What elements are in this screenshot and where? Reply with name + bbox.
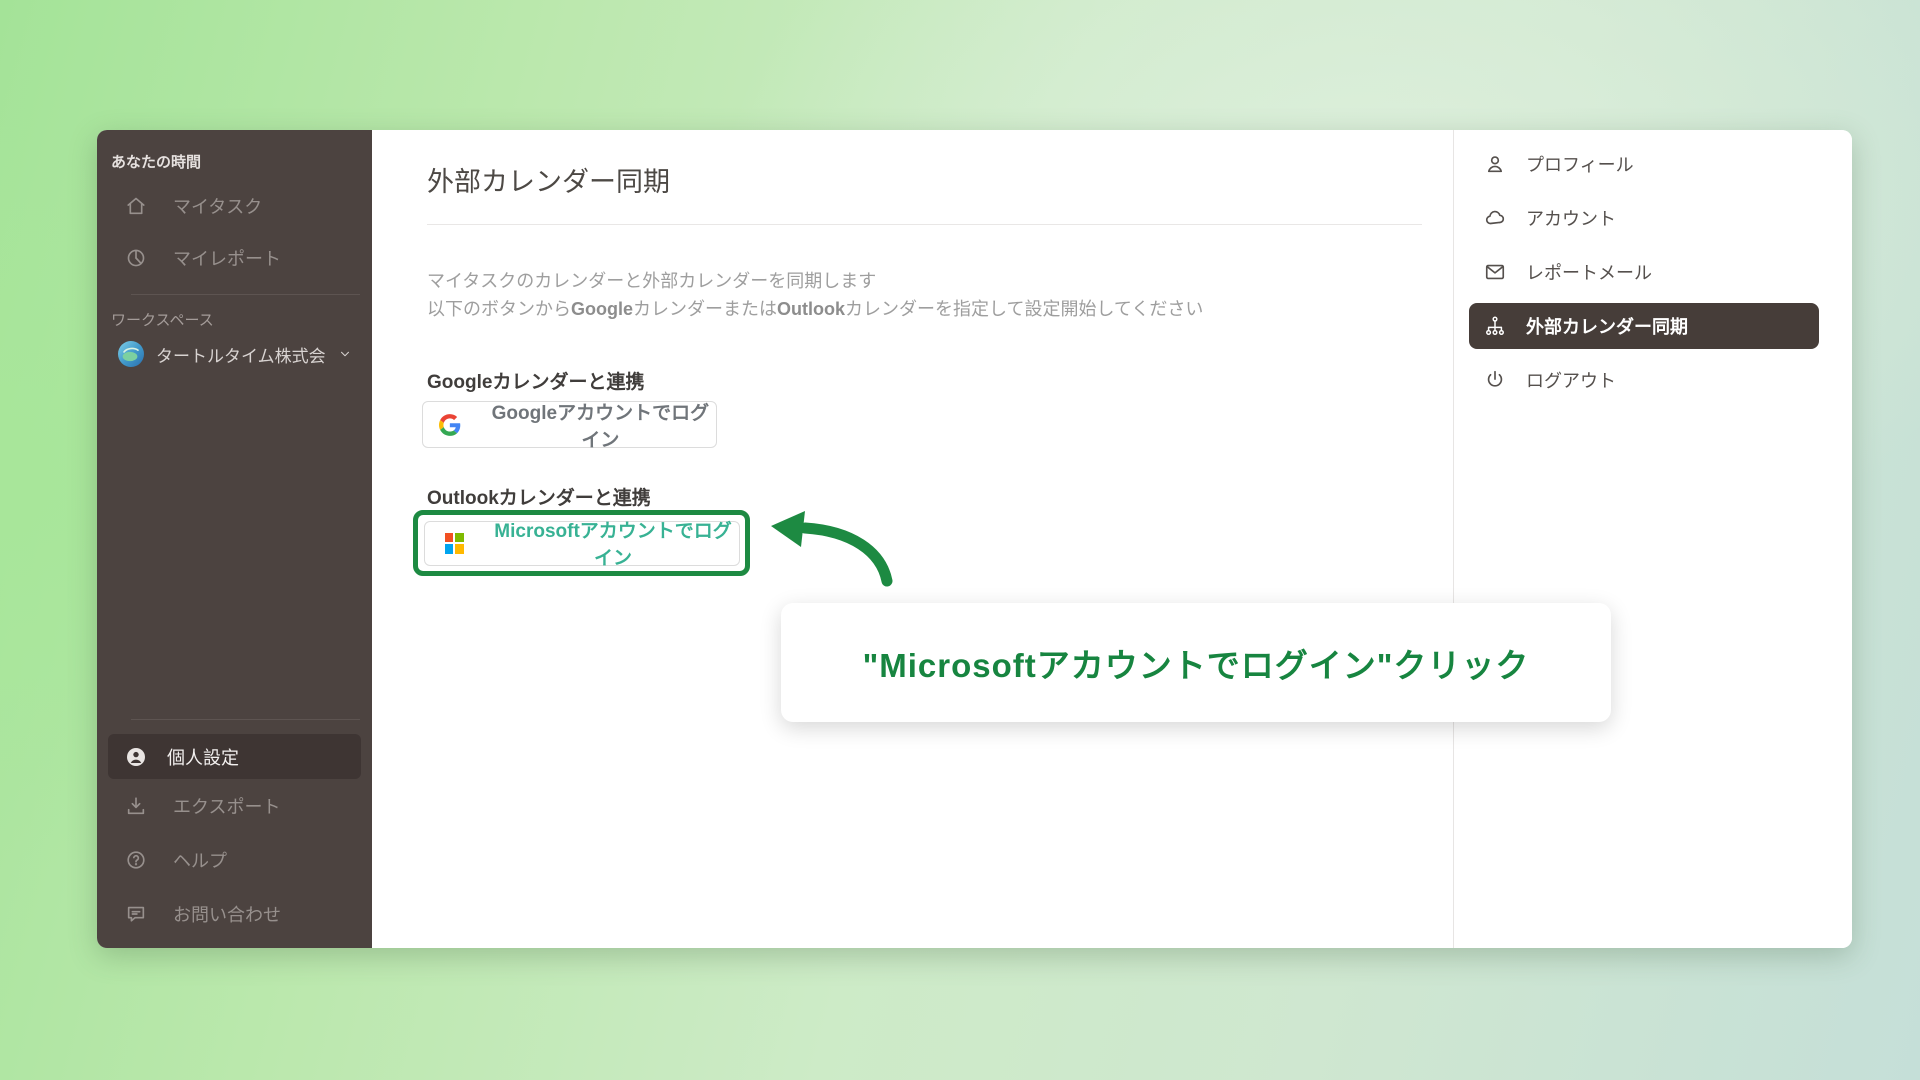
sidebar-divider [131, 719, 360, 720]
sidebar-item-contact[interactable]: お問い合わせ [97, 887, 372, 941]
primary-nav: マイタスク マイレポート [97, 180, 372, 284]
home-icon [127, 197, 145, 215]
user-circle-icon [127, 747, 145, 766]
mail-icon [1485, 264, 1505, 280]
annotation-tooltip: "Microsoftアカウントでログイン"クリック [781, 603, 1611, 722]
settings-item-logout[interactable]: ログアウト [1454, 353, 1852, 407]
app-title: あなたの時間 [111, 154, 202, 171]
title-divider [427, 224, 1422, 225]
download-icon [127, 797, 145, 815]
settings-item-label: レポートメール [1526, 263, 1652, 283]
workspace-avatar [118, 341, 144, 367]
help-icon [127, 851, 145, 869]
cloud-icon [1485, 210, 1505, 225]
annotation-tooltip-text: "Microsoftアカウントでログイン"クリック [862, 646, 1530, 684]
chat-icon [127, 906, 145, 922]
description-line-1: マイタスクのカレンダーと外部カレンダーを同期します [427, 271, 877, 291]
settings-item-label: アカウント [1526, 209, 1616, 229]
sidebar-item-label: 個人設定 [167, 747, 239, 768]
workspace-selector[interactable]: タートルタイム株式会... [97, 332, 372, 376]
annotation-highlight-box: Microsoftアカウントでログイン [413, 510, 750, 576]
sitemap-icon [1486, 316, 1504, 335]
outlook-section-label: Outlookカレンダーと連携 [427, 488, 651, 509]
settings-item-label: 外部カレンダー同期 [1526, 317, 1688, 337]
page-description: マイタスクのカレンダーと外部カレンダーを同期します 以下のボタンからGoogle… [427, 267, 1453, 323]
workspace-name: タートルタイム株式会... [156, 346, 326, 366]
sidebar-item-export[interactable]: エクスポート [97, 779, 372, 833]
settings-sidebar: プロフィール アカウント レポートメール 外部カレンダー同期 ログアウト [1453, 130, 1852, 948]
sidebar-item-my-reports[interactable]: マイレポート [97, 232, 372, 284]
settings-item-profile[interactable]: プロフィール [1454, 137, 1852, 191]
sidebar-item-label: ヘルプ [173, 851, 227, 871]
sidebar-item-label: マイタスク [173, 197, 263, 217]
power-icon [1487, 370, 1503, 387]
settings-item-external-calendar-sync[interactable]: 外部カレンダー同期 [1469, 303, 1819, 349]
google-login-label: Googleアカウントでログイン [491, 402, 710, 451]
app-window: あなたの時間 マイタスク マイレポート ワークスペース タートルタイム株式会..… [97, 130, 1852, 948]
settings-item-label: ログアウト [1526, 371, 1616, 391]
google-section-label: Googleカレンダーと連携 [427, 372, 645, 393]
settings-item-account[interactable]: アカウント [1454, 191, 1852, 245]
microsoft-logo-icon [444, 532, 464, 554]
sidebar-item-label: エクスポート [173, 797, 281, 817]
sidebar-item-my-tasks[interactable]: マイタスク [97, 180, 372, 232]
chevron-down-icon [340, 351, 350, 357]
sidebar-item-personal-settings[interactable]: 個人設定 [108, 734, 361, 779]
settings-item-external-calendar-sync-wrap: 外部カレンダー同期 [1454, 299, 1852, 353]
main-content: 外部カレンダー同期 マイタスクのカレンダーと外部カレンダーを同期します 以下のボ… [372, 130, 1611, 948]
page-title: 外部カレンダー同期 [427, 167, 670, 197]
microsoft-login-label: Microsoftアカウントでログイン [494, 521, 732, 569]
sidebar-item-label: お問い合わせ [173, 905, 281, 925]
settings-item-report-mail[interactable]: レポートメール [1454, 245, 1852, 299]
microsoft-login-button[interactable]: Microsoftアカウントでログイン [423, 520, 740, 569]
workspace-section-label: ワークスペース [111, 312, 214, 329]
sidebar-item-label: マイレポート [173, 249, 281, 269]
description-line-2: 以下のボタンからGoogleカレンダーまたはOutlookカレンダーを指定して設… [427, 299, 1204, 319]
google-logo-icon [439, 413, 461, 436]
secondary-nav: 個人設定 エクスポート ヘルプ お問い合わせ [97, 709, 372, 948]
profile-icon [1487, 156, 1503, 173]
google-login-button[interactable]: Googleアカウントでログイン [422, 401, 717, 451]
annotation-arrow-icon [771, 511, 893, 587]
sidebar-item-help[interactable]: ヘルプ [97, 833, 372, 887]
settings-item-label: プロフィール [1526, 155, 1634, 175]
left-sidebar: あなたの時間 マイタスク マイレポート ワークスペース タートルタイム株式会..… [97, 130, 372, 948]
pie-chart-icon [127, 249, 145, 267]
